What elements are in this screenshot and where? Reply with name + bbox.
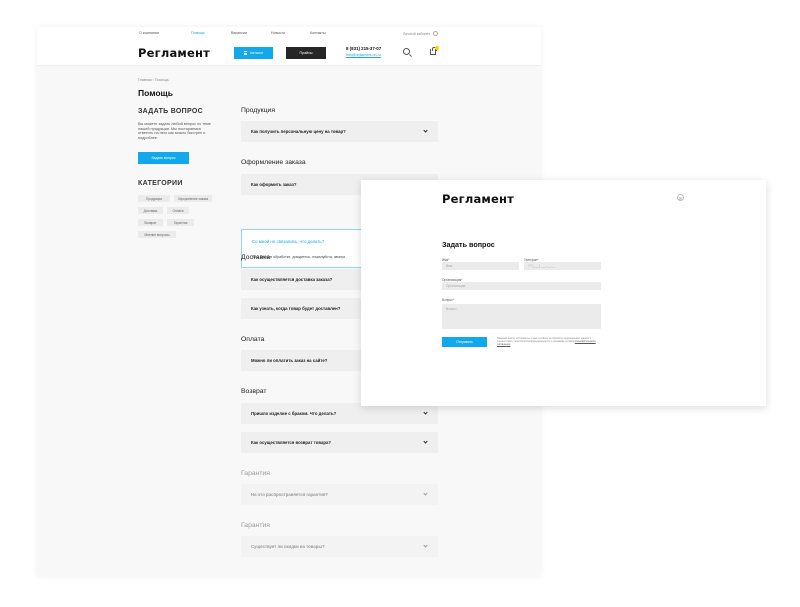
category-tag[interactable]: Гарантия	[167, 219, 194, 226]
faq-question: Как осуществляется доставка заказа?	[251, 277, 333, 282]
ask-question-button[interactable]: Задать вопрос	[138, 152, 189, 164]
close-icon[interactable]	[677, 194, 684, 201]
nav-help[interactable]: Помощь	[191, 31, 231, 35]
faq-item[interactable]: Существует ли скидки на товары?	[241, 536, 438, 557]
faq-question: На что распространяется гарантия?	[251, 492, 328, 497]
email-link[interactable]: info@reglament-nn.ru	[346, 53, 381, 57]
cart-icon[interactable]	[430, 47, 437, 55]
question-label: Вопрос*	[442, 298, 455, 302]
categories-heading: КАТЕГОРИИ	[138, 180, 183, 187]
faq-open-question: Со мной не связались, что делать?	[252, 239, 325, 244]
phone-number[interactable]: 8 (831) 215-37-07	[346, 46, 381, 51]
modal-title: Задать вопрос	[442, 240, 495, 249]
chevron-down-icon	[423, 491, 428, 496]
faq-section-title: Оформление заказа	[241, 159, 306, 166]
faq-section-title: Гарантия	[241, 470, 270, 477]
top-nav: О компании Помощь Вакансии Новости Конта…	[139, 31, 350, 35]
faq-question: Как осуществляется возврат товара?	[251, 440, 332, 445]
search-icon[interactable]	[403, 48, 410, 55]
faq-item[interactable]: На что распространяется гарантия?	[241, 484, 438, 505]
category-tag[interactable]: Возврат	[138, 219, 163, 226]
ask-question-text: Вы можете задать любой вопрос по теме на…	[138, 122, 211, 140]
nav-vacancies[interactable]: Вакансии	[231, 31, 271, 35]
ask-question-heading: ЗАДАТЬ ВОПРОС	[138, 108, 203, 115]
send-button[interactable]: Отправить	[442, 337, 487, 347]
consent-text: Нажимая кнопку «Отправить» я даю согласи…	[497, 337, 601, 346]
personal-account-link[interactable]: Личный кабинет	[403, 31, 438, 36]
category-tag[interactable]: Оплата	[167, 207, 189, 214]
name-field[interactable]: Имя	[442, 262, 519, 270]
modal-logo: Регламент	[442, 192, 515, 206]
category-tag[interactable]: Мнение вопросы	[138, 231, 176, 238]
category-tag[interactable]: Доставка	[138, 207, 163, 214]
faq-question: Как узнать, когда товар будет доставлен?	[251, 306, 341, 311]
site-header: О компании Помощь Вакансии Новости Конта…	[37, 27, 541, 66]
faq-item[interactable]: Как получить персональную цену на товар?	[241, 121, 438, 142]
faq-section-title: Гарантия	[241, 522, 270, 529]
page-title: Помощь	[138, 88, 173, 98]
ask-question-modal: Регламент Задать вопрос Имя* Имя Телефон…	[361, 180, 766, 406]
chevron-down-icon	[423, 439, 428, 444]
cart-badge	[435, 46, 439, 50]
category-tag[interactable]: Оформление заказа	[174, 195, 212, 202]
breadcrumb[interactable]: Главная › Помощь	[138, 78, 169, 82]
faq-section-title: Оплата	[241, 336, 265, 343]
catalog-button[interactable]: Каталог	[234, 47, 273, 59]
faq-question: Существует ли скидки на товары?	[251, 544, 325, 549]
chevron-down-icon	[423, 128, 428, 133]
organization-field[interactable]: Организация	[442, 282, 601, 290]
faq-item[interactable]: Как осуществляется возврат товара?	[241, 432, 438, 453]
faq-question: Можно ли оплатить заказ на сайте?	[251, 358, 328, 363]
question-textarea[interactable]: Вопрос	[442, 304, 601, 329]
category-tag[interactable]: Продукция	[138, 195, 170, 202]
user-icon	[433, 31, 438, 36]
site-logo[interactable]: Регламент	[138, 46, 210, 60]
faq-question: Как оформить заказ?	[251, 182, 297, 187]
menu-icon	[243, 51, 248, 55]
faq-section-title: Продукция	[241, 107, 276, 114]
faq-section-title: Возврат	[241, 388, 267, 395]
nav-news[interactable]: Новости	[271, 31, 310, 35]
phone-field[interactable]: +7 (___) ___-__-__	[524, 262, 601, 270]
faq-section-title: Доставка	[241, 254, 271, 261]
chevron-down-icon	[423, 543, 428, 548]
nav-about[interactable]: О компании	[139, 31, 191, 35]
faq-item[interactable]: Пришло изделие с браком. Что делать?	[241, 403, 438, 424]
faq-question: Пришло изделие с браком. Что делать?	[251, 411, 337, 416]
price-lists-button[interactable]: Прайсы	[286, 47, 326, 59]
catalog-button-label: Каталог	[250, 51, 264, 55]
faq-question: Как получить персональную цену на товар?	[251, 129, 346, 134]
chevron-down-icon	[423, 410, 428, 415]
personal-account-label: Личный кабинет	[402, 31, 430, 36]
nav-contacts[interactable]: Контакты	[310, 31, 350, 35]
